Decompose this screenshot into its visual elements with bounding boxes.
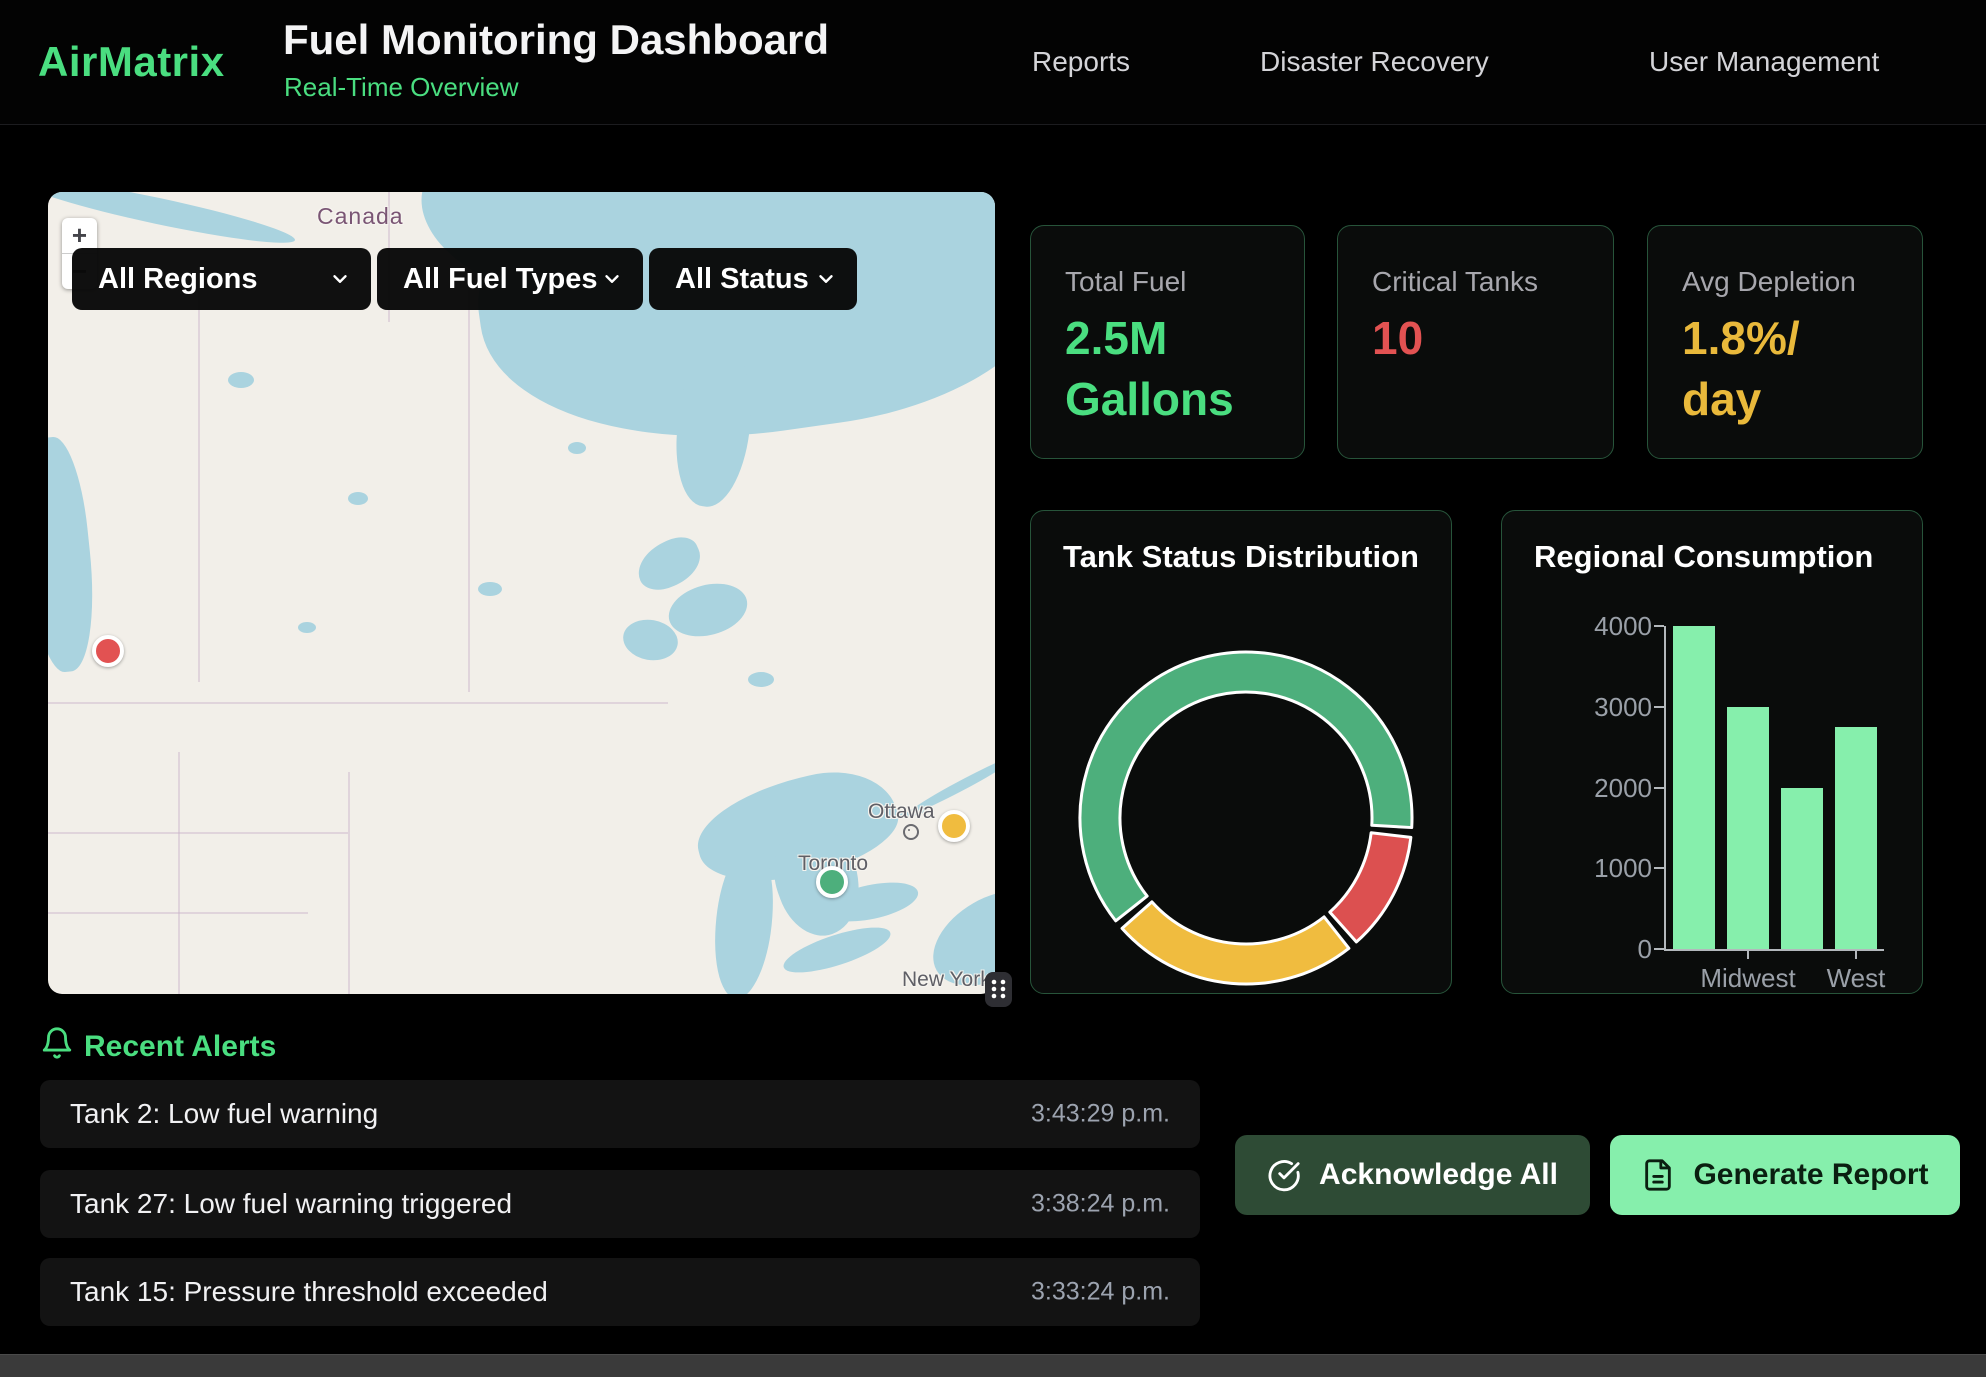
tank-status-distribution-card: Tank Status Distribution (1030, 510, 1452, 994)
map-boundary (48, 912, 308, 914)
bar-West[interactable] (1835, 727, 1877, 949)
x-axis-tick (1747, 951, 1749, 959)
map-boundary (348, 772, 350, 994)
x-axis-tick (1855, 951, 1857, 959)
fuel-type-filter-value: All Fuel Types (403, 263, 597, 296)
x-axis-tick-label: Midwest (1688, 963, 1808, 994)
tank-marker-normal[interactable] (816, 866, 848, 898)
map-lakelet (228, 372, 254, 388)
recent-alerts-title: Recent Alerts (84, 1030, 276, 1064)
bell-icon (40, 1026, 74, 1060)
kpi-value: 1.8%/day (1682, 308, 1800, 429)
bar-plot-area (1664, 626, 1884, 951)
chevron-down-icon (815, 268, 837, 290)
map-boundary (468, 262, 470, 692)
chevron-down-icon (601, 268, 623, 290)
alert-time: 3:38:24 p.m. (1031, 1190, 1170, 1219)
map-lakelet (748, 672, 774, 687)
nav-item-user-management[interactable]: User Management (1649, 46, 1879, 78)
alert-message: Tank 27: Low fuel warning triggered (70, 1188, 512, 1220)
y-axis-tick (1654, 787, 1664, 789)
regional-consumption-card: Regional Consumption 01000200030004000Mi… (1501, 510, 1923, 994)
bottom-scrollbar[interactable] (0, 1354, 1986, 1377)
kpi-label: Avg Depletion (1682, 266, 1856, 298)
app-logo: AirMatrix (38, 38, 225, 86)
y-axis-tick-label: 3000 (1502, 692, 1652, 723)
chart-title: Tank Status Distribution (1063, 539, 1419, 575)
y-axis-tick (1654, 948, 1664, 950)
nav-item-disaster-recovery[interactable]: Disaster Recovery (1260, 46, 1489, 78)
bar-Midwest[interactable] (1727, 707, 1769, 949)
header: AirMatrix Fuel Monitoring Dashboard Real… (0, 0, 1986, 125)
map-water-lake-manitoba-2 (663, 575, 753, 644)
kpi-card-total-fuel: Total Fuel 2.5MGallons (1030, 225, 1305, 459)
city-dot-icon (903, 824, 919, 840)
check-circle-icon (1267, 1158, 1301, 1192)
page-subtitle: Real-Time Overview (284, 72, 519, 103)
map-label-ottawa: Ottawa (868, 800, 935, 824)
y-axis-tick-label: 1000 (1502, 853, 1652, 884)
status-filter-value: All Status (675, 263, 809, 296)
map-label-new-york: New York (902, 968, 991, 992)
kpi-label: Critical Tanks (1372, 266, 1538, 298)
region-filter-dropdown[interactable]: All Regions (72, 248, 371, 310)
generate-report-button[interactable]: Generate Report (1610, 1135, 1960, 1215)
y-axis-tick-label: 2000 (1502, 773, 1652, 804)
map-lakelet (298, 622, 316, 633)
kpi-card-avg-depletion: Avg Depletion 1.8%/day (1647, 225, 1923, 459)
bar-region-2[interactable] (1781, 788, 1823, 950)
map-lakelet (568, 442, 586, 454)
file-text-icon (1641, 1158, 1675, 1192)
donut-segment-critical[interactable] (1330, 833, 1411, 942)
map-lakelet (478, 582, 502, 596)
fuel-type-filter-dropdown[interactable]: All Fuel Types (377, 248, 643, 310)
map-boundary (48, 832, 348, 834)
regional-consumption-bar-chart: 0 1000 2000 3000 4000 MidwestWest (1502, 511, 1924, 995)
x-axis-tick-label: West (1796, 963, 1916, 994)
generate-report-label: Generate Report (1693, 1158, 1928, 1192)
page-title: Fuel Monitoring Dashboard (283, 16, 829, 64)
alert-time: 3:43:29 p.m. (1031, 1100, 1170, 1129)
bar-region-0[interactable] (1673, 626, 1715, 949)
map-water-lake-left (48, 434, 102, 674)
donut-segment-warning[interactable] (1122, 902, 1349, 984)
tank-marker-warning[interactable] (938, 810, 970, 842)
map-boundary (178, 752, 180, 994)
nav-item-reports[interactable]: Reports (1032, 46, 1130, 78)
dashboard-root: AirMatrix Fuel Monitoring Dashboard Real… (0, 0, 1986, 1376)
status-filter-dropdown[interactable]: All Status (649, 248, 857, 310)
y-axis-tick-label: 0 (1502, 934, 1652, 965)
alert-time: 3:33:24 p.m. (1031, 1278, 1170, 1307)
y-axis-tick-label: 4000 (1502, 611, 1652, 642)
region-filter-value: All Regions (98, 263, 258, 296)
alert-message: Tank 15: Pressure threshold exceeded (70, 1276, 548, 1308)
map-boundary (198, 282, 200, 682)
chevron-down-icon (329, 268, 351, 290)
kpi-card-critical-tanks: Critical Tanks 10 (1337, 225, 1614, 459)
y-axis-tick (1654, 706, 1664, 708)
map-lakelet (348, 492, 368, 505)
acknowledge-all-label: Acknowledge All (1319, 1158, 1558, 1192)
y-axis-tick (1654, 867, 1664, 869)
map-label-canada: Canada (317, 203, 404, 230)
map-boundary (48, 702, 668, 704)
tank-marker-critical[interactable] (92, 635, 124, 667)
alert-row: Tank 27: Low fuel warning triggered 3:38… (40, 1170, 1200, 1238)
kpi-label: Total Fuel (1065, 266, 1186, 298)
tank-status-donut-chart (1076, 648, 1416, 988)
y-axis-tick (1654, 625, 1664, 627)
drag-grip-icon[interactable] (985, 972, 1012, 1007)
alert-message: Tank 2: Low fuel warning (70, 1098, 378, 1130)
acknowledge-all-button[interactable]: Acknowledge All (1235, 1135, 1590, 1215)
map-panel[interactable]: Canada Ottawa Toronto New York + − All R… (48, 192, 995, 994)
alert-row: Tank 2: Low fuel warning 3:43:29 p.m. (40, 1080, 1200, 1148)
alert-row: Tank 15: Pressure threshold exceeded 3:3… (40, 1258, 1200, 1326)
kpi-value: 2.5MGallons (1065, 308, 1234, 429)
kpi-value: 10 (1372, 308, 1423, 369)
